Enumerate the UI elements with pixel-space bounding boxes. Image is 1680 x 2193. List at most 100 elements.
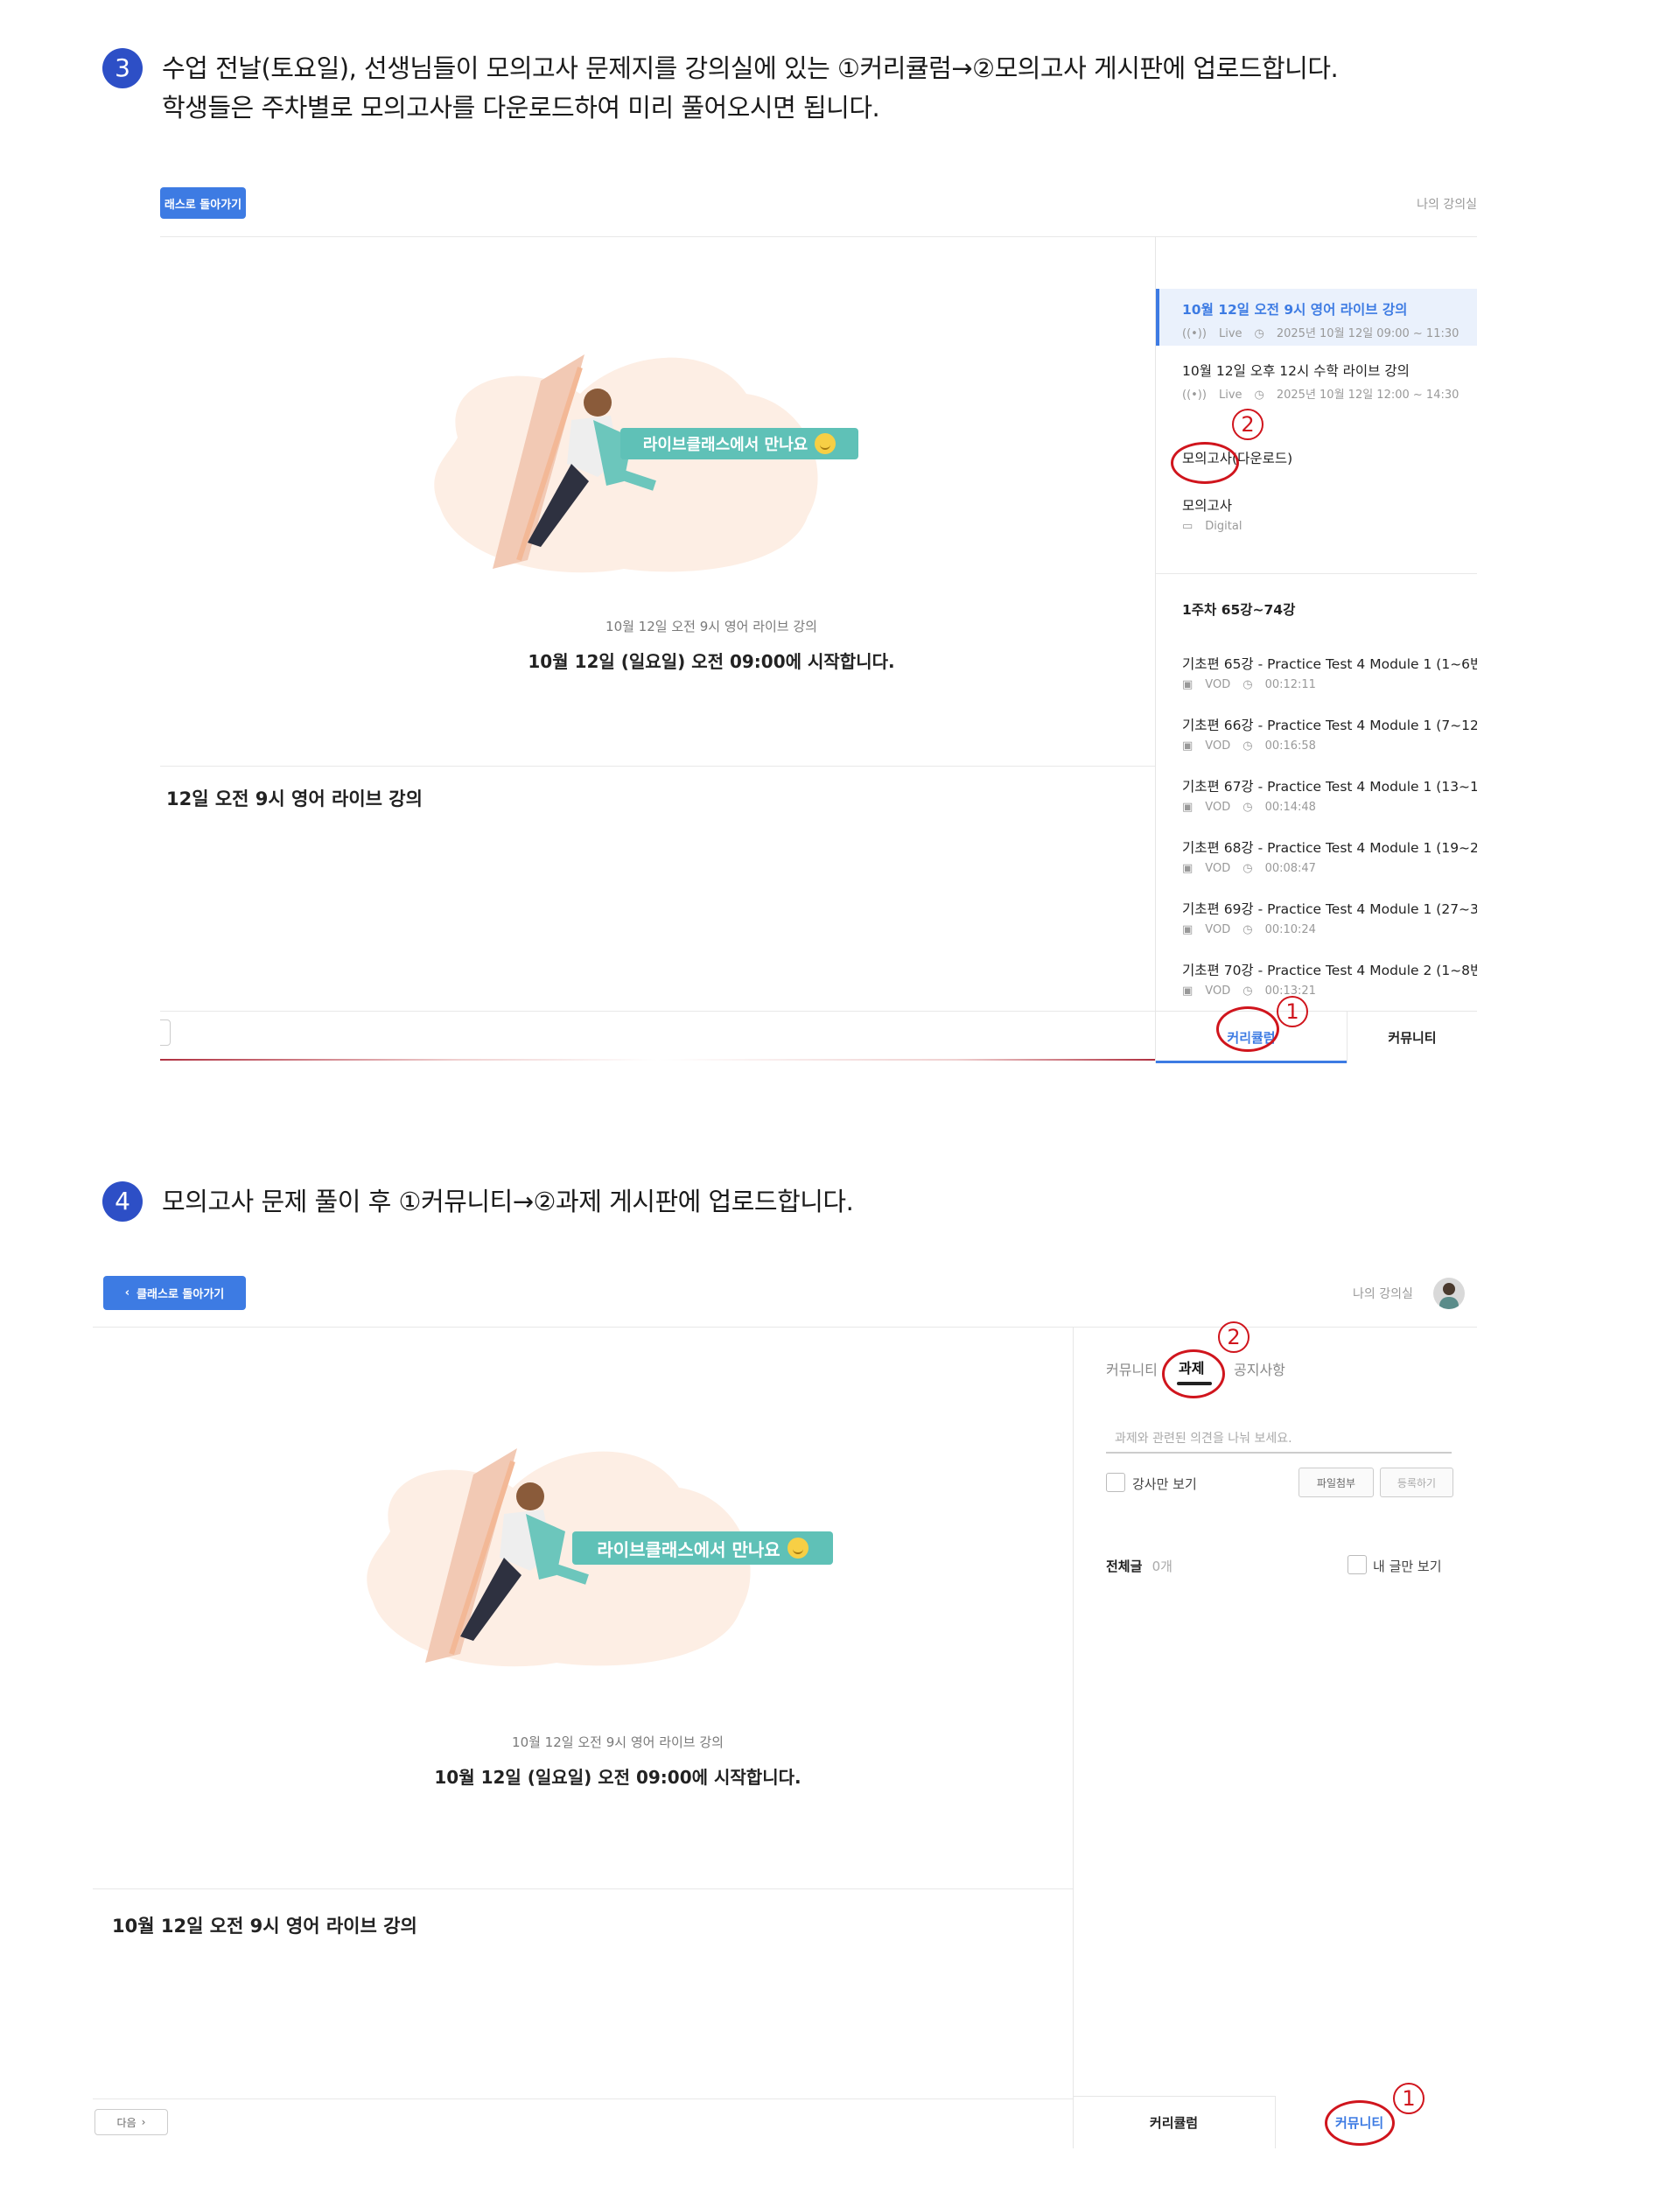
vod-title: 기초편 66강 - Practice Test 4 Module 1 (7~12… <box>1182 718 1477 733</box>
vod-duration: 00:12:11 <box>1264 678 1316 691</box>
stage-divider <box>160 766 1155 767</box>
tab-community[interactable]: 커뮤니티 <box>1348 1012 1477 1063</box>
my-classroom-link[interactable]: 나의 강의실 <box>1417 195 1477 213</box>
annotation-number-2: 2 <box>1218 1321 1250 1353</box>
sidebar-bottom-tabs: 커리큘럼 커뮤니티 <box>1156 1011 1477 1063</box>
vod-duration: 00:16:58 <box>1264 739 1316 753</box>
smile-emoji-icon <box>815 433 836 454</box>
vod-type: VOD <box>1205 862 1231 875</box>
all-posts-text: 전체글 <box>1106 1559 1143 1574</box>
play-icon: ▣ <box>1182 678 1194 691</box>
vod-title: 기초편 70강 - Practice Test 4 Module 2 (1~8번… <box>1182 963 1477 978</box>
bubble-text: 라이브클래스에서 만나요 <box>597 1538 780 1560</box>
vod-type: VOD <box>1205 678 1231 691</box>
vod-type: VOD <box>1205 739 1231 753</box>
play-icon: ▣ <box>1182 862 1194 875</box>
live-class-illustration <box>434 354 818 573</box>
step-number-badge: 4 <box>102 1181 143 1222</box>
my-posts-label: 내 글만 보기 <box>1373 1559 1442 1574</box>
vod-type: VOD <box>1205 801 1231 814</box>
teacher-only-checkbox[interactable] <box>1106 1473 1125 1492</box>
post-count: 0개 <box>1152 1559 1172 1574</box>
lecture-title: 10월 12일 오전 9시 영어 라이브 강의 <box>112 1916 417 1937</box>
community-sidebar: 커뮤니티 과제 공지사항 과제와 관련된 의견을 나눠 보세요. 강사만 보기 … <box>1074 1328 1477 2148</box>
item-type: Digital <box>1205 520 1242 533</box>
meet-in-live-class-bubble: 라이브클래스에서 만나요 <box>620 428 858 459</box>
submit-button[interactable]: 등록하기 <box>1380 1468 1453 1497</box>
play-icon: ▣ <box>1182 923 1194 936</box>
bottom-bar-divider <box>93 2098 1073 2099</box>
clock-icon: ◷ <box>1254 389 1264 402</box>
curriculum-item-live-math[interactable]: 10월 12일 오후 12시 수학 라이브 강의 ((•)) Live ◷ 2025년… <box>1156 350 1477 407</box>
curriculum-vod-item[interactable]: 기초편 69강 - Practice Test 4 Module 1 (27~3… <box>1156 899 1477 936</box>
clock-icon: ◷ <box>1242 801 1253 814</box>
item-type: Live <box>1218 389 1242 402</box>
clock-icon: ◷ <box>1242 862 1253 875</box>
back-to-class-button[interactable]: ‹ 클래스로 돌아가기 <box>103 1276 246 1310</box>
assignment-input[interactable]: 과제와 관련된 의견을 나눠 보세요. <box>1106 1424 1452 1454</box>
my-posts-checkbox[interactable] <box>1348 1555 1367 1574</box>
curriculum-vod-item[interactable]: 기초편 67강 - Practice Test 4 Module 1 (13~1… <box>1156 776 1477 814</box>
vod-type: VOD <box>1205 984 1231 998</box>
section-divider <box>1156 573 1477 574</box>
bottom-bar-divider <box>160 1011 1155 1012</box>
annotation-circle-mock-download <box>1171 442 1239 484</box>
annotation-number-2: 2 <box>1232 409 1264 440</box>
screenshot-classroom-community: ‹ 클래스로 돌아가기 나의 강의실 라이브클래스에서 만나요 10월 12일 … <box>93 1260 1477 2148</box>
curriculum-vod-item[interactable]: 기초편 70강 - Practice Test 4 Module 2 (1~8번… <box>1156 960 1477 998</box>
chevron-left-icon: ‹ <box>124 1286 130 1300</box>
smile-emoji-icon <box>787 1538 808 1559</box>
vod-duration: 00:14:48 <box>1264 801 1316 814</box>
vod-title: 기초편 68강 - Practice Test 4 Module 1 (19~2… <box>1182 840 1477 856</box>
vod-title: 기초편 69강 - Practice Test 4 Module 1 (27~3… <box>1182 901 1477 917</box>
annotation-number-1: 1 <box>1277 996 1308 1027</box>
tab-curriculum: 커리큘럼 <box>1149 2115 1199 2131</box>
session-subtitle: 10월 12일 오전 9시 영어 라이브 강의 <box>512 1734 724 1750</box>
vod-type: VOD <box>1205 923 1231 936</box>
clock-icon: ◷ <box>1242 984 1253 998</box>
annotation-circle-curriculum-tab <box>1216 1006 1279 1052</box>
clock-icon: ◷ <box>1242 923 1253 936</box>
curriculum-item-live-english[interactable]: 10월 12일 오전 9시 영어 라이브 강의 ((•)) Live ◷ 2025년 … <box>1156 289 1477 346</box>
item-time: 2025년 10월 12일 09:00 ~ 11:30 <box>1276 327 1460 340</box>
session-subtitle: 10월 12일 오전 9시 영어 라이브 강의 <box>606 619 817 634</box>
next-label: 다음 <box>116 2116 136 2129</box>
prev-button[interactable] <box>160 1019 171 1046</box>
curriculum-vod-item[interactable]: 기초편 65강 - Practice Test 4 Module 1 (1~6번… <box>1156 654 1477 691</box>
next-button[interactable]: 다음 › <box>94 2109 168 2135</box>
avatar[interactable] <box>1433 1278 1465 1309</box>
item-title: 10월 12일 오후 12시 수학 라이브 강의 <box>1182 363 1410 379</box>
back-button-label: 래스로 돌아가기 <box>164 198 242 212</box>
vod-duration: 00:08:47 <box>1264 862 1316 875</box>
chevron-right-icon: › <box>141 2116 146 2128</box>
all-posts-label: 전체글 0개 <box>1106 1557 1172 1575</box>
attach-file-button[interactable]: 파일첨부 <box>1298 1468 1374 1497</box>
item-type: Live <box>1218 327 1242 340</box>
tab-notice[interactable]: 공지사항 <box>1234 1358 1285 1379</box>
curriculum-sidebar: 10월 12일 오전 9시 영어 라이브 강의 ((•)) Live ◷ 2025년 … <box>1156 236 1477 1063</box>
tab-community-top[interactable]: 커뮤니티 <box>1106 1358 1158 1379</box>
back-to-class-button[interactable]: 래스로 돌아가기 <box>160 187 246 219</box>
stage-divider <box>93 1888 1073 1889</box>
start-time-message: 10월 12일 (일요일) 오전 09:00에 시작합니다. <box>528 651 895 672</box>
start-time-message: 10월 12일 (일요일) 오전 09:00에 시작합니다. <box>434 1767 802 1788</box>
step-number-badge: 3 <box>102 48 143 88</box>
curriculum-item-mock-digital[interactable]: 모의고사 ▭ Digital <box>1156 495 1477 533</box>
clock-icon: ◷ <box>1242 678 1253 691</box>
curriculum-vod-item[interactable]: 기초편 66강 - Practice Test 4 Module 1 (7~12… <box>1156 715 1477 753</box>
annotation-circle-assignment-tab <box>1162 1349 1225 1398</box>
curriculum-vod-item[interactable]: 기초편 68강 - Practice Test 4 Module 1 (19~2… <box>1156 837 1477 875</box>
step-instruction-line1: 수업 전날(토요일), 선생님들이 모의고사 문제지를 강의실에 있는 ①커리큘… <box>162 53 1339 83</box>
my-classroom-link[interactable]: 나의 강의실 <box>1353 1285 1413 1302</box>
video-progress-bar <box>160 1059 1155 1061</box>
item-title: 모의고사 <box>1182 498 1233 514</box>
monitor-icon: ▭ <box>1182 520 1194 533</box>
bottom-tab-curriculum[interactable]: 커리큘럼 <box>1073 2096 1276 2148</box>
meet-in-live-class-bubble: 라이브클래스에서 만나요 <box>572 1531 833 1565</box>
step-instruction-line2: 학생들은 주차별로 모의고사를 다운로드하여 미리 풀어오시면 됩니다. <box>162 93 880 123</box>
vod-title: 기초편 67강 - Practice Test 4 Module 1 (13~1… <box>1182 779 1477 795</box>
item-title: 10월 12일 오전 9시 영어 라이브 강의 <box>1182 302 1408 318</box>
back-button-label: 클래스로 돌아가기 <box>136 1288 225 1301</box>
live-icon: ((•)) <box>1182 389 1207 402</box>
lecture-title: 12일 오전 9시 영어 라이브 강의 <box>166 788 423 809</box>
